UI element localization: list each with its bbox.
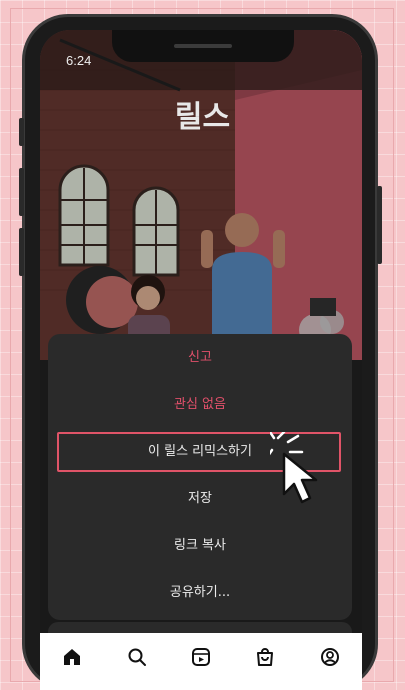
profile-icon [320, 648, 339, 666]
phone-volume-down [19, 228, 24, 276]
home-icon [64, 649, 81, 665]
pointer-cursor-icon [270, 432, 318, 504]
tab-reels[interactable] [189, 645, 213, 669]
menu-item-report[interactable]: 신고 [48, 338, 352, 378]
speaker-grille [174, 44, 232, 48]
shop-icon [257, 648, 274, 666]
menu-item-not-interested[interactable]: 관심 없음 [48, 385, 352, 425]
reels-icon [191, 648, 210, 666]
menu-item-copy-link[interactable]: 링크 복사 [48, 526, 352, 566]
tab-home[interactable] [60, 645, 84, 669]
bottom-tab-bar [40, 633, 362, 690]
phone-notch [112, 30, 294, 62]
phone-power-button [377, 186, 382, 264]
tab-search[interactable] [125, 645, 149, 669]
tab-profile[interactable] [318, 645, 342, 669]
tab-shop[interactable] [253, 645, 277, 669]
search-icon [128, 648, 146, 666]
page-title: 릴스 [174, 100, 231, 135]
status-time: 6:24 [66, 53, 92, 68]
phone-volume-up [19, 168, 24, 216]
menu-item-share[interactable]: 공유하기... [48, 573, 352, 613]
